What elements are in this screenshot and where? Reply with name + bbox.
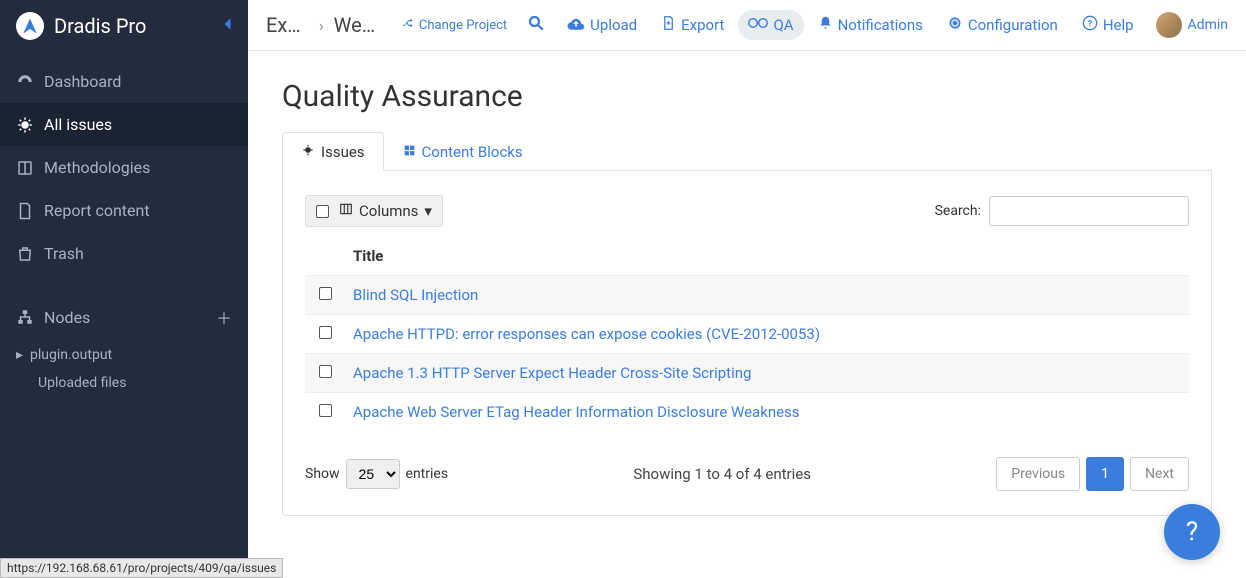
next-page-button[interactable]: Next [1130,457,1189,491]
page-title: Quality Assurance [282,79,1212,114]
breadcrumb-page[interactable]: Welco… [334,13,380,37]
page-1-button[interactable]: 1 [1086,457,1124,491]
columns-button[interactable]: Columns ▾ [339,202,432,220]
bug-icon [301,143,315,161]
tab-content-blocks[interactable]: Content Blocks [384,132,542,171]
avatar [1156,12,1182,38]
caret-down-icon: ▾ [424,202,432,220]
tree-item-label: plugin.output [30,347,112,363]
notifications-button[interactable]: Notifications [808,9,933,41]
search-button[interactable] [519,8,553,42]
breadcrumb-project[interactable]: Exam… [266,13,309,37]
table-toolbar: Columns ▾ Search: [305,195,1189,227]
topbar: Exam… › Welco… Change Project Upload Exp… [248,0,1246,51]
page-length: Show 25 entries [305,459,448,489]
row-checkbox[interactable] [319,404,332,417]
add-node-icon[interactable]: ＋ [216,305,232,329]
sidebar-header: Dradis Pro [0,0,248,52]
sidebar-item-report-content[interactable]: Report content [0,189,248,232]
statusbar-url: https://192.168.68.61/pro/projects/409/q… [0,558,283,578]
issue-link[interactable]: Apache HTTPD: error responses can expose… [345,315,1189,354]
columns-icon [339,202,353,220]
bell-icon [818,15,833,35]
change-project-button[interactable]: Change Project [394,12,515,38]
issues-table: Title Blind SQL Injection Apache HTTPD: … [305,237,1189,431]
issue-link[interactable]: Apache Web Server ETag Header Informatio… [345,393,1189,432]
grid-icon [403,143,416,161]
admin-menu[interactable]: Admin [1156,12,1228,38]
issues-panel: Columns ▾ Search: Title [282,171,1212,516]
collapse-sidebar-icon[interactable] [222,17,232,35]
nodes-label: Nodes [44,308,90,327]
row-checkbox[interactable] [319,365,332,378]
main: Exam… › Welco… Change Project Upload Exp… [248,0,1246,578]
sidebar-item-label: Report content [44,201,150,220]
sidebar-nav: Dashboard All issues Methodologies Repor… [0,60,248,397]
qa-icon [748,16,768,34]
file-icon [16,202,44,220]
issue-link[interactable]: Blind SQL Injection [345,276,1189,315]
sidebar: Dradis Pro Dashboard All issues Methodol… [0,0,248,578]
upload-button[interactable]: Upload [557,10,647,40]
sidebar-item-trash[interactable]: Trash [0,232,248,275]
prev-page-button[interactable]: Previous [996,457,1080,491]
sidebar-item-methodologies[interactable]: Methodologies [0,146,248,189]
cloud-upload-icon [567,16,585,34]
tab-issues[interactable]: Issues [282,132,384,171]
table-info: Showing 1 to 4 of 4 entries [633,465,811,483]
question-icon: ? [1186,517,1198,547]
help-fab[interactable]: ? [1164,504,1220,560]
nodes-tree: ▸ plugin.output Uploaded files [0,341,248,397]
sidebar-item-label: Dashboard [44,72,121,91]
tree-item-label: Uploaded files [38,375,126,391]
book-icon [16,159,44,177]
issue-link[interactable]: Apache 1.3 HTTP Server Expect Header Cro… [345,354,1189,393]
bug-icon [16,116,44,134]
row-checkbox[interactable] [319,326,332,339]
sidebar-item-dashboard[interactable]: Dashboard [0,60,248,103]
tree-item-plugin-output[interactable]: ▸ plugin.output [16,341,248,369]
table-footer: Show 25 entries Showing 1 to 4 of 4 entr… [305,457,1189,491]
configuration-button[interactable]: Configuration [937,9,1068,41]
brand-name: Dradis Pro [54,14,222,38]
trash-icon [16,245,44,263]
search-input[interactable] [989,196,1189,226]
sidebar-item-all-issues[interactable]: All issues [0,103,248,146]
col-header-checkbox [305,237,345,276]
content: Quality Assurance Issues Content Blocks [248,51,1246,578]
qa-button[interactable]: QA [738,10,803,40]
bulk-select-group: Columns ▾ [305,195,443,227]
nodes-icon [16,308,44,326]
page-length-select[interactable]: 25 [346,459,400,489]
search-label: Search: [935,203,981,219]
select-all-checkbox[interactable] [316,205,329,218]
help-button[interactable]: ? Help [1072,9,1144,41]
col-header-title[interactable]: Title [345,237,1189,276]
help-icon: ? [1082,15,1098,35]
table-row: Apache 1.3 HTTP Server Expect Header Cro… [305,354,1189,393]
table-row: Blind SQL Injection [305,276,1189,315]
svg-text:?: ? [1087,18,1092,29]
tree-item-uploaded-files[interactable]: Uploaded files [16,369,248,397]
sidebar-item-label: Methodologies [44,158,150,177]
shuffle-icon [402,17,414,33]
row-checkbox[interactable] [319,287,332,300]
sidebar-section-nodes[interactable]: Nodes ＋ [0,293,248,341]
export-icon [661,15,676,35]
table-row: Apache HTTPD: error responses can expose… [305,315,1189,354]
export-button[interactable]: Export [651,9,734,41]
table-search: Search: [935,196,1189,226]
pagination: Previous 1 Next [996,457,1189,491]
tabs: Issues Content Blocks [282,132,1212,171]
caret-right-icon: ▸ [16,347,30,363]
breadcrumb-separator-icon: › [319,16,324,35]
sidebar-item-label: Trash [44,244,84,263]
table-row: Apache Web Server ETag Header Informatio… [305,393,1189,432]
app-logo [16,12,44,40]
dashboard-icon [16,73,44,91]
gear-icon [947,15,963,35]
sidebar-item-label: All issues [44,115,112,134]
